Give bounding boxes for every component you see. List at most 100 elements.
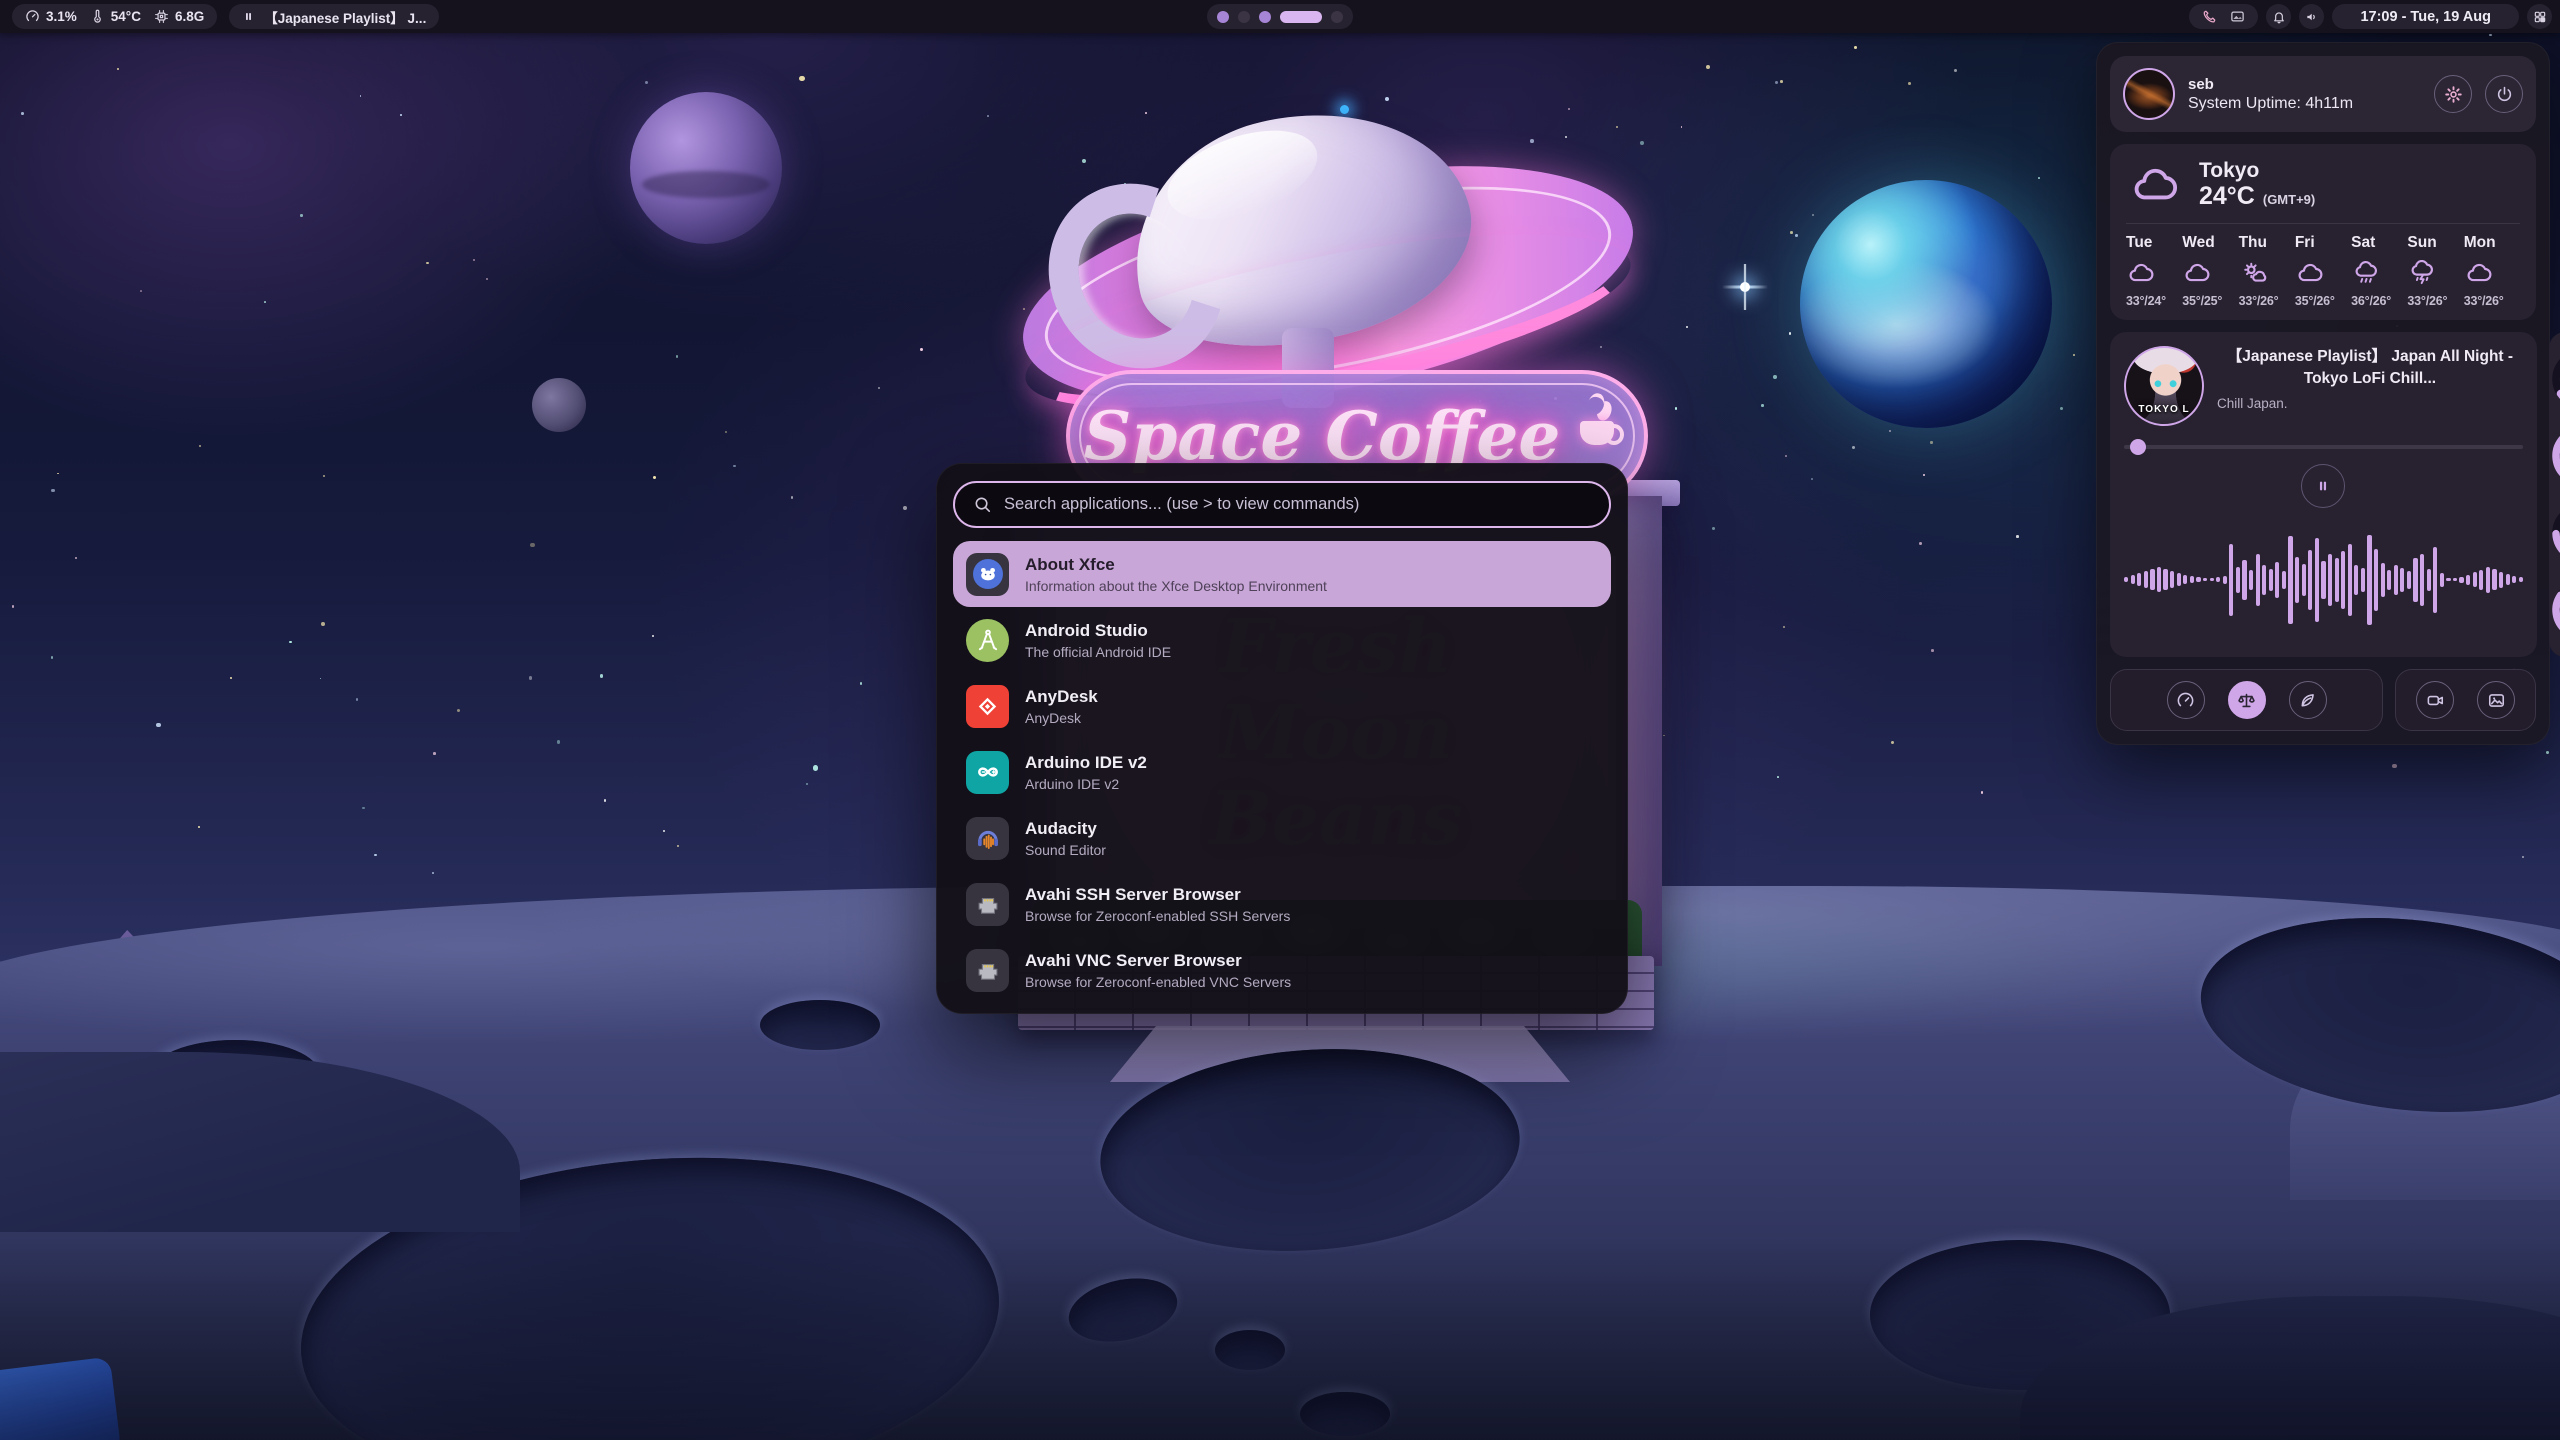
- gauge-value: 3.1%: [2549, 346, 2560, 412]
- waveform-bar: [2170, 571, 2174, 588]
- waveform-bar: [2374, 549, 2378, 611]
- camera-button[interactable]: [2416, 681, 2454, 719]
- app-launcher: About XfceInformation about the Xfce Des…: [936, 463, 1628, 1014]
- waveform-bar: [2282, 571, 2286, 589]
- album-art[interactable]: TOKYO L: [2124, 346, 2204, 426]
- waveform-bar: [2519, 577, 2523, 582]
- gear-icon: [2444, 85, 2463, 104]
- waveform-bar: [2196, 577, 2200, 582]
- waveform-bar: [2492, 569, 2496, 590]
- app-description: AnyDesk: [1025, 710, 1098, 726]
- waveform-bar: [2321, 561, 2325, 599]
- progress-knob[interactable]: [2130, 439, 2146, 455]
- forecast-day-column: Sun33°/26°: [2407, 234, 2463, 308]
- app-list-item[interactable]: AudacitySound Editor: [953, 805, 1611, 871]
- media-progress-bar[interactable]: [2124, 439, 2523, 455]
- notifications-button[interactable]: [2266, 4, 2291, 29]
- waveform-bar: [2177, 573, 2181, 586]
- waveform-bar: [2249, 570, 2253, 590]
- workspace-switcher[interactable]: [1207, 4, 1353, 29]
- app-list-item[interactable]: About XfceInformation about the Xfce Des…: [953, 541, 1611, 607]
- forecast-day: Sun: [2407, 234, 2463, 252]
- waveform-bar: [2242, 560, 2246, 600]
- image-button[interactable]: [2477, 681, 2515, 719]
- waveform-bar: [2512, 576, 2516, 583]
- waveform-bar: [2144, 571, 2148, 588]
- cloud-icon: [2295, 260, 2325, 286]
- waveform-bar: [2328, 554, 2332, 606]
- thermometer-gauge: 54°C: [2549, 423, 2560, 489]
- workspace-indicator-empty[interactable]: [1238, 11, 1250, 23]
- gauge-value: 24%: [2549, 577, 2560, 643]
- gauge-value: 54°C: [2549, 423, 2560, 489]
- system-stats-pill[interactable]: 3.1%54°C6.8G: [12, 4, 217, 29]
- thermometer-icon: [90, 9, 105, 24]
- forecast-temps: 33°/24°: [2126, 294, 2182, 308]
- workspace-indicator-occupied[interactable]: [1217, 11, 1229, 23]
- media-pill[interactable]: 【Japanese Playlist】 J...: [229, 4, 439, 29]
- wallpaper-icon[interactable]: [2230, 9, 2245, 24]
- pause-button[interactable]: [2301, 464, 2345, 508]
- waveform-bar: [2308, 550, 2312, 610]
- speedometer-icon: [2176, 691, 2195, 710]
- top-bar: 3.1%54°C6.8G 【Japanese Playlist】 J... 17…: [0, 0, 2560, 33]
- settings-button[interactable]: [2434, 75, 2472, 113]
- chip-stat: 6.8G: [154, 9, 204, 24]
- workspace-indicator-empty[interactable]: [1331, 11, 1343, 23]
- waveform-bar: [2190, 576, 2194, 583]
- scales-button[interactable]: [2228, 681, 2266, 719]
- phone-icon[interactable]: [2202, 9, 2217, 24]
- power-button[interactable]: [2485, 75, 2523, 113]
- avatar[interactable]: [2123, 68, 2175, 120]
- image-icon: [2487, 691, 2506, 710]
- waveform-bar: [2394, 565, 2398, 595]
- search-bar[interactable]: [953, 481, 1611, 528]
- forecast-day: Mon: [2464, 234, 2520, 252]
- overview-button[interactable]: [2527, 4, 2552, 29]
- waveform-bar: [2473, 572, 2477, 587]
- app-list-item[interactable]: Android StudioThe official Android IDE: [953, 607, 1611, 673]
- tray-pill[interactable]: [2189, 4, 2258, 29]
- system-uptime: System Uptime: 4h11m: [2188, 95, 2421, 113]
- disk-gauge: 24%: [2549, 577, 2560, 643]
- speaker-icon: [2305, 10, 2319, 24]
- leaf-button[interactable]: [2289, 681, 2327, 719]
- volume-button[interactable]: [2299, 4, 2324, 29]
- waveform-bar: [2131, 575, 2135, 584]
- app-description: Sound Editor: [1025, 842, 1106, 858]
- rain-icon: [2351, 260, 2381, 286]
- network-port-icon: [966, 949, 1009, 992]
- waveform-bar: [2236, 567, 2240, 593]
- forecast-temps: 35°/25°: [2182, 294, 2238, 308]
- app-list-item[interactable]: Avahi VNC Server BrowserBrowse for Zeroc…: [953, 937, 1611, 1003]
- waveform-bar: [2466, 575, 2470, 585]
- app-name: Avahi SSH Server Browser: [1025, 884, 1290, 905]
- clock-pill[interactable]: 17:09 - Tue, 19 Aug: [2332, 4, 2519, 29]
- divider: [2126, 223, 2520, 224]
- waveform-bar: [2288, 536, 2292, 624]
- speedometer-button[interactable]: [2167, 681, 2205, 719]
- forecast-day-column: Mon33°/26°: [2464, 234, 2520, 308]
- waveform-bar: [2446, 578, 2450, 581]
- waveform-bar: [2459, 577, 2463, 583]
- cloud-icon: [2126, 162, 2184, 208]
- waveform-bar: [2381, 563, 2385, 597]
- waveform-bar: [2269, 569, 2273, 591]
- waveform-bar: [2315, 538, 2319, 622]
- progress-track: [2124, 445, 2523, 449]
- app-list-item[interactable]: AnyDeskAnyDesk: [953, 673, 1611, 739]
- quick-toggles-left: [2110, 669, 2383, 731]
- android-studio-icon: [966, 619, 1009, 662]
- app-description: Information about the Xfce Desktop Envir…: [1025, 578, 1327, 594]
- forecast-temps: 35°/26°: [2295, 294, 2351, 308]
- workspace-indicator-occupied[interactable]: [1259, 11, 1271, 23]
- power-icon: [2495, 85, 2514, 104]
- storm-icon: [2407, 260, 2437, 286]
- workspace-indicator-current[interactable]: [1280, 11, 1322, 23]
- app-name: Arduino IDE v2: [1025, 752, 1147, 773]
- search-input[interactable]: [1004, 495, 1591, 514]
- app-list-item[interactable]: Avahi SSH Server BrowserBrowse for Zeroc…: [953, 871, 1611, 937]
- app-list-item[interactable]: Arduino IDE v2Arduino IDE v2: [953, 739, 1611, 805]
- waveform-bar: [2124, 577, 2128, 582]
- forecast-day: Tue: [2126, 234, 2182, 252]
